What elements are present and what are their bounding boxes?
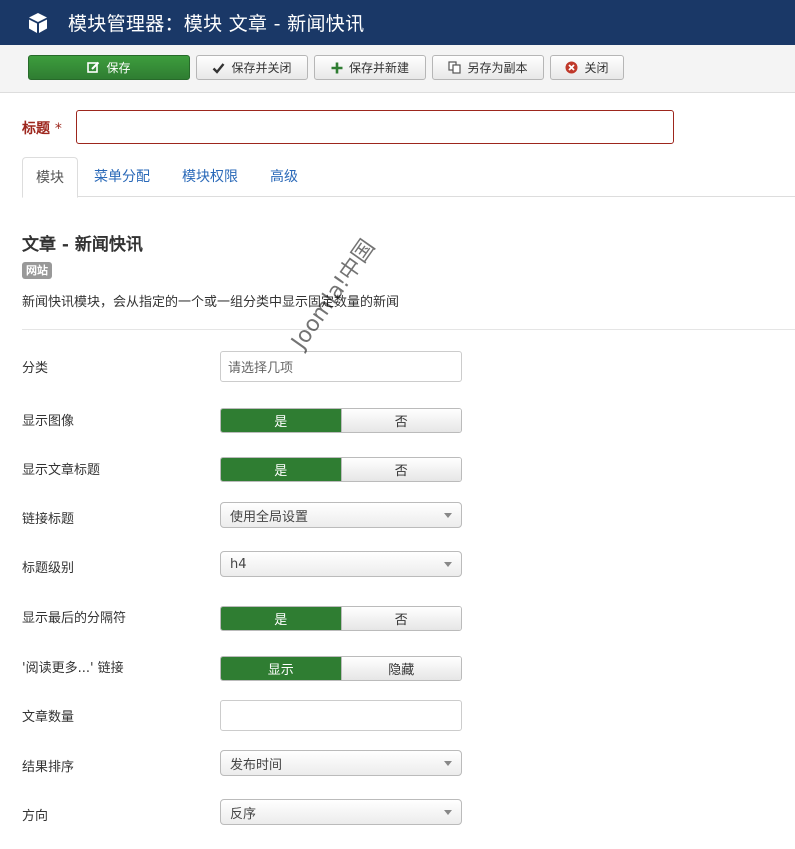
cube-icon [29, 12, 47, 33]
tab-module-permissions[interactable]: 模块权限 [169, 157, 251, 197]
save-copy-label: 另存为副本 [467, 61, 528, 75]
direction-label: 方向 [22, 809, 49, 824]
show-image-yes[interactable]: 是 [221, 409, 341, 432]
tab-module[interactable]: 模块 [22, 157, 78, 198]
show-image-label: 显示图像 [22, 414, 75, 429]
category-label: 分类 [22, 361, 49, 376]
close-label: 关闭 [584, 61, 609, 75]
show-title-toggle: 是 否 [220, 457, 462, 482]
count-label: 文章数量 [22, 710, 75, 725]
show-image-no[interactable]: 否 [340, 409, 461, 432]
direction-value: 反序 [230, 806, 257, 822]
readmore-hide[interactable]: 隐藏 [340, 657, 461, 680]
save-copy-button[interactable]: 另存为副本 [432, 55, 544, 80]
save-close-button[interactable]: 保存并关闭 [196, 55, 308, 80]
readmore-show[interactable]: 显示 [221, 657, 341, 680]
ordering-select[interactable]: 发布时间 [220, 750, 462, 776]
chevron-down-icon [444, 561, 452, 567]
chevron-down-icon [444, 512, 452, 518]
divider [22, 329, 795, 330]
show-last-separator-yes[interactable]: 是 [221, 607, 341, 630]
chevron-down-icon [444, 760, 452, 766]
ordering-label: 结果排序 [22, 760, 75, 775]
show-title-no[interactable]: 否 [340, 458, 461, 481]
chevron-down-icon [444, 809, 452, 815]
link-title-value: 使用全局设置 [230, 509, 309, 525]
direction-select[interactable]: 反序 [220, 799, 462, 825]
heading-level-value: h4 [230, 556, 247, 572]
tab-menu-assignment[interactable]: 菜单分配 [81, 157, 163, 197]
title-label: 标题 * [22, 121, 62, 137]
show-title-label: 显示文章标题 [22, 463, 101, 478]
heading-level-select[interactable]: h4 [220, 551, 462, 577]
site-badge: 网站 [22, 262, 52, 279]
save-new-button[interactable]: 保存并新建 [314, 55, 426, 80]
toolbar: 保存 保存并关闭 保存并新建 另存为副本 关闭 [0, 45, 795, 93]
save-button[interactable]: 保存 [28, 55, 190, 80]
ordering-value: 发布时间 [230, 757, 283, 773]
close-button[interactable]: 关闭 [550, 55, 624, 80]
count-input[interactable] [220, 700, 462, 731]
plus-icon [331, 62, 343, 73]
copy-icon [448, 61, 462, 74]
show-title-yes[interactable]: 是 [221, 458, 341, 481]
tab-bar: 模块 菜单分配 模块权限 高级 [22, 157, 795, 198]
page-title: 模块管理器：模块 文章 - 新闻快讯 [68, 13, 365, 35]
module-name: 文章 - 新闻快讯 [22, 235, 143, 255]
link-title-label: 链接标题 [22, 512, 75, 527]
readmore-toggle: 显示 隐藏 [220, 656, 462, 681]
show-last-separator-toggle: 是 否 [220, 606, 462, 631]
close-icon [565, 61, 578, 74]
required-mark: * [54, 121, 62, 137]
category-input[interactable]: 请选择几项 [220, 351, 462, 382]
save-close-label: 保存并关闭 [231, 61, 292, 75]
check-icon [213, 62, 225, 74]
tab-advanced[interactable]: 高级 [257, 157, 311, 197]
save-button-label: 保存 [106, 61, 131, 75]
title-input[interactable] [76, 110, 674, 144]
save-new-label: 保存并新建 [348, 61, 409, 75]
readmore-label: '阅读更多...' 链接 [22, 661, 124, 676]
show-last-separator-no[interactable]: 否 [340, 607, 461, 630]
show-image-toggle: 是 否 [220, 408, 462, 433]
link-title-select[interactable]: 使用全局设置 [220, 502, 462, 528]
page-header: 模块管理器：模块 文章 - 新闻快讯 [0, 0, 795, 45]
edit-icon [87, 61, 100, 73]
show-last-separator-label: 显示最后的分隔符 [22, 611, 127, 626]
heading-level-label: 标题级别 [22, 561, 75, 576]
